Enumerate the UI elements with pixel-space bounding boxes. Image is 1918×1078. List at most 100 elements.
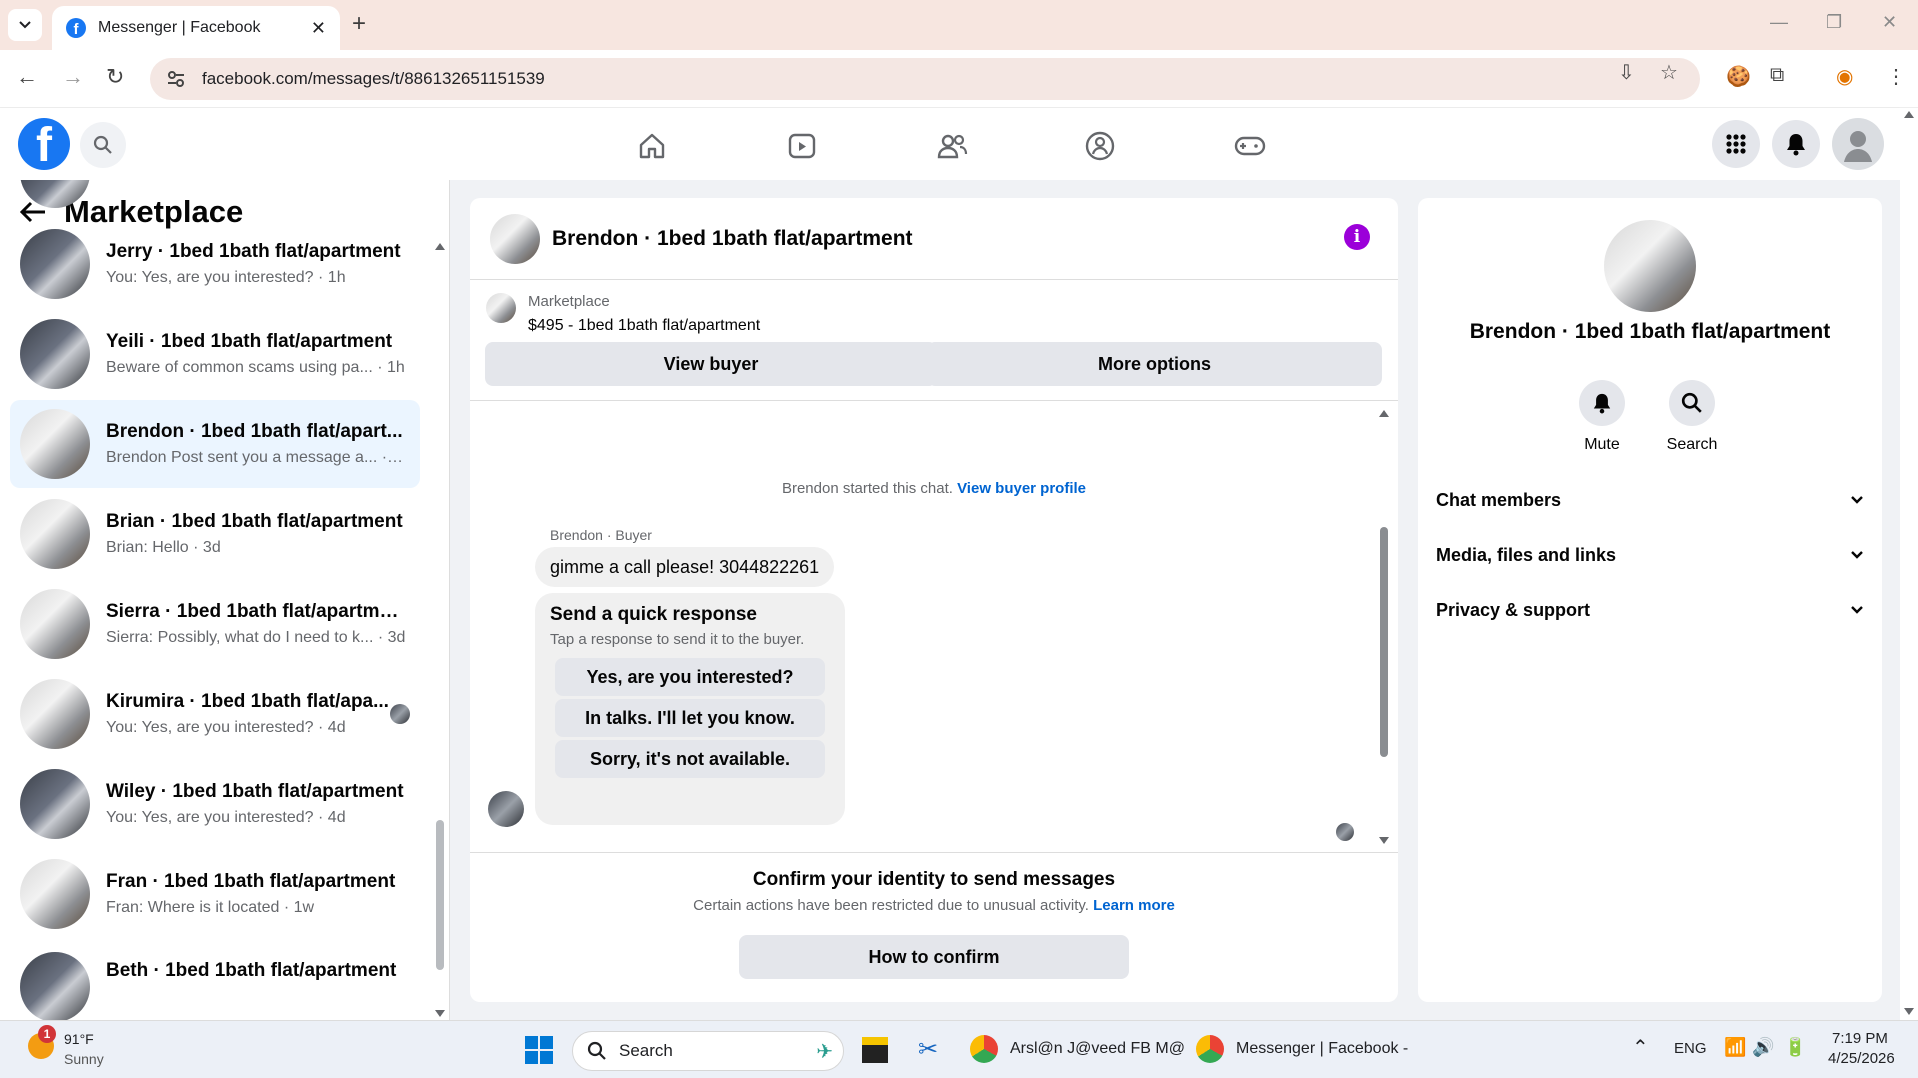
language-indicator[interactable]: ENG	[1674, 1040, 1707, 1057]
quick-response-option[interactable]: Sorry, it's not available.	[555, 740, 825, 778]
friends-nav-icon[interactable]	[932, 126, 972, 166]
site-settings-icon[interactable]	[166, 69, 186, 89]
bookmark-star-icon[interactable]: ☆	[1660, 60, 1678, 85]
clock-time[interactable]: 7:19 PM	[1832, 1030, 1888, 1047]
sender-avatar	[488, 791, 524, 827]
install-app-icon[interactable]: ⇩	[1618, 60, 1635, 85]
conversation-item-kirumira[interactable]: Kirumira · 1bed 1bath flat/apa... You: Ye…	[10, 670, 420, 758]
facebook-search-button[interactable]	[80, 122, 126, 168]
new-tab-button[interactable]: +	[352, 10, 366, 38]
sidebar-scrollbar[interactable]	[434, 240, 446, 1020]
chrome-icon[interactable]	[970, 1035, 998, 1063]
conversation-item-beth[interactable]: Beth · 1bed 1bath flat/apartment	[10, 940, 420, 1020]
mute-label: Mute	[1584, 436, 1620, 453]
view-buyer-button[interactable]: View buyer	[485, 342, 937, 386]
taskbar-app-messenger[interactable]: Messenger | Facebook -	[1236, 1040, 1408, 1058]
snipping-tool-icon[interactable]: ✂	[918, 1035, 938, 1064]
weather-temp[interactable]: 91°F	[64, 1031, 94, 1047]
chat-title[interactable]: Brendon · 1bed 1bath flat/apartment	[552, 227, 913, 251]
screen: f Messenger | Facebook ✕ + — ❐ ✕ ← → ↻ f…	[0, 0, 1918, 1078]
facebook-favicon-icon: f	[66, 18, 86, 38]
how-to-confirm-button[interactable]: How to confirm	[739, 935, 1129, 979]
taskbar-app-chrome-profile[interactable]: Arsl@n J@veed FB M@	[1010, 1040, 1185, 1058]
weather-badge: 1	[38, 1025, 56, 1043]
learn-more-link[interactable]: Learn more	[1093, 897, 1175, 914]
profile-icon[interactable]: ◉	[1836, 64, 1853, 89]
avatar	[20, 589, 90, 659]
info-icon[interactable]: i	[1344, 224, 1370, 250]
avatar	[20, 499, 90, 569]
avatar	[20, 679, 90, 749]
notifications-button[interactable]	[1772, 120, 1820, 168]
conversation-item-brendon[interactable]: Brendon · 1bed 1bath flat/apart... Brendo…	[10, 400, 420, 488]
quick-response-option[interactable]: Yes, are you interested?	[555, 658, 825, 696]
conversation-name: Brendon · 1bed 1bath flat/apart...	[106, 421, 403, 442]
conversation-name: Sierra · 1bed 1bath flat/apartment	[106, 601, 406, 622]
volume-icon[interactable]: 🔊	[1752, 1037, 1774, 1058]
search-icon	[93, 135, 112, 154]
bell-icon	[1593, 393, 1611, 414]
close-window-icon[interactable]: ✕	[1882, 12, 1897, 33]
restore-icon[interactable]: ❐	[1826, 12, 1842, 33]
conversation-name: Fran · 1bed 1bath flat/apartment	[106, 871, 396, 892]
page-scrollbar[interactable]	[1900, 108, 1918, 1020]
menu-grid-button[interactable]	[1712, 120, 1760, 168]
show-hidden-icons-icon[interactable]: ⌃	[1632, 1035, 1649, 1060]
conversation-preview: Brian: Hello · 3d	[106, 539, 221, 556]
quick-response-card: Send a quick response Tap a response to …	[535, 593, 845, 825]
conversation-item-yeili[interactable]: Yeili · 1bed 1bath flat/apartment Beware …	[10, 310, 420, 398]
mute-action[interactable]: Mute	[1562, 380, 1642, 454]
reload-icon[interactable]: ↻	[106, 64, 124, 90]
menu-kebab-icon[interactable]: ⋮	[1886, 64, 1906, 89]
windows-taskbar: 1 91°F Sunny Search ✈ ✂ Arsl@n J@veed FB…	[0, 1020, 1918, 1078]
conversation-item-brian[interactable]: Brian · 1bed 1bath flat/apartment Brian: …	[10, 490, 420, 578]
forward-icon[interactable]: →	[62, 64, 84, 90]
back-icon[interactable]: ←	[16, 64, 38, 90]
wifi-icon[interactable]: 📶	[1724, 1037, 1746, 1058]
sticky-notes-icon[interactable]	[862, 1037, 888, 1063]
restriction-notice: Confirm your identity to send messages C…	[470, 852, 1398, 1002]
chrome-icon[interactable]	[1196, 1035, 1224, 1063]
facebook-logo-icon[interactable]: f	[18, 118, 70, 170]
browser-tab-messenger[interactable]: f Messenger | Facebook ✕	[52, 6, 340, 50]
battery-icon[interactable]: 🔋	[1784, 1037, 1806, 1058]
gaming-nav-icon[interactable]	[1230, 126, 1270, 166]
start-windows-icon[interactable]	[524, 1035, 554, 1070]
extensions-puzzle-icon[interactable]: ⧉	[1770, 64, 1784, 87]
more-options-button[interactable]: More options	[927, 342, 1382, 386]
address-bar[interactable]: facebook.com/messages/t/886132651151539	[150, 58, 1700, 100]
cookie-extension-icon[interactable]: 🍪	[1726, 64, 1751, 89]
view-buyer-profile-link[interactable]: View buyer profile	[957, 480, 1086, 497]
chat-members-row[interactable]: Chat members	[1436, 480, 1864, 520]
home-nav-icon[interactable]	[632, 126, 672, 166]
conversation-item-jerry[interactable]: Jerry · 1bed 1bath flat/apartment You: Ye…	[10, 220, 420, 308]
search-action[interactable]: Search	[1652, 380, 1732, 454]
conversation-preview: Fran: Where is it located · 1w	[106, 899, 315, 916]
taskbar-search[interactable]: Search ✈	[572, 1031, 844, 1071]
video-nav-icon[interactable]	[782, 126, 822, 166]
conversation-item-wiley[interactable]: Wiley · 1bed 1bath flat/apartment You: Ye…	[10, 760, 420, 848]
avatar	[20, 409, 90, 479]
tab-title: Messenger | Facebook	[98, 19, 261, 36]
chevron-down-icon	[19, 21, 31, 29]
chat-avatar[interactable]	[490, 213, 540, 264]
avatar	[20, 769, 90, 839]
groups-nav-icon[interactable]	[1080, 126, 1120, 166]
conversation-item-fran[interactable]: Fran · 1bed 1bath flat/apartment Fran: Wh…	[10, 850, 420, 938]
tab-search-button[interactable]	[8, 9, 42, 41]
minimize-icon[interactable]: —	[1770, 12, 1788, 33]
thread-scrollbar[interactable]	[1378, 407, 1390, 847]
quick-response-option[interactable]: In talks. I'll let you know.	[555, 699, 825, 737]
restriction-title: Confirm your identity to send messages	[752, 869, 1116, 890]
search-icon	[587, 1041, 606, 1060]
media-files-links-row[interactable]: Media, files and links	[1436, 535, 1864, 575]
close-tab-icon[interactable]: ✕	[311, 18, 326, 39]
row-label: Privacy & support	[1436, 599, 1591, 620]
conversation-item-sierra[interactable]: Sierra · 1bed 1bath flat/apartment Sierra…	[10, 580, 420, 668]
account-avatar[interactable]	[1832, 118, 1884, 170]
chevron-down-icon	[1851, 496, 1863, 504]
conversation-preview: You: Yes, are you interested? · 4d	[106, 719, 346, 736]
privacy-support-row[interactable]: Privacy & support	[1436, 590, 1864, 630]
listing-thumbnail	[486, 293, 516, 323]
conversation-name: Yeili · 1bed 1bath flat/apartment	[106, 331, 393, 352]
